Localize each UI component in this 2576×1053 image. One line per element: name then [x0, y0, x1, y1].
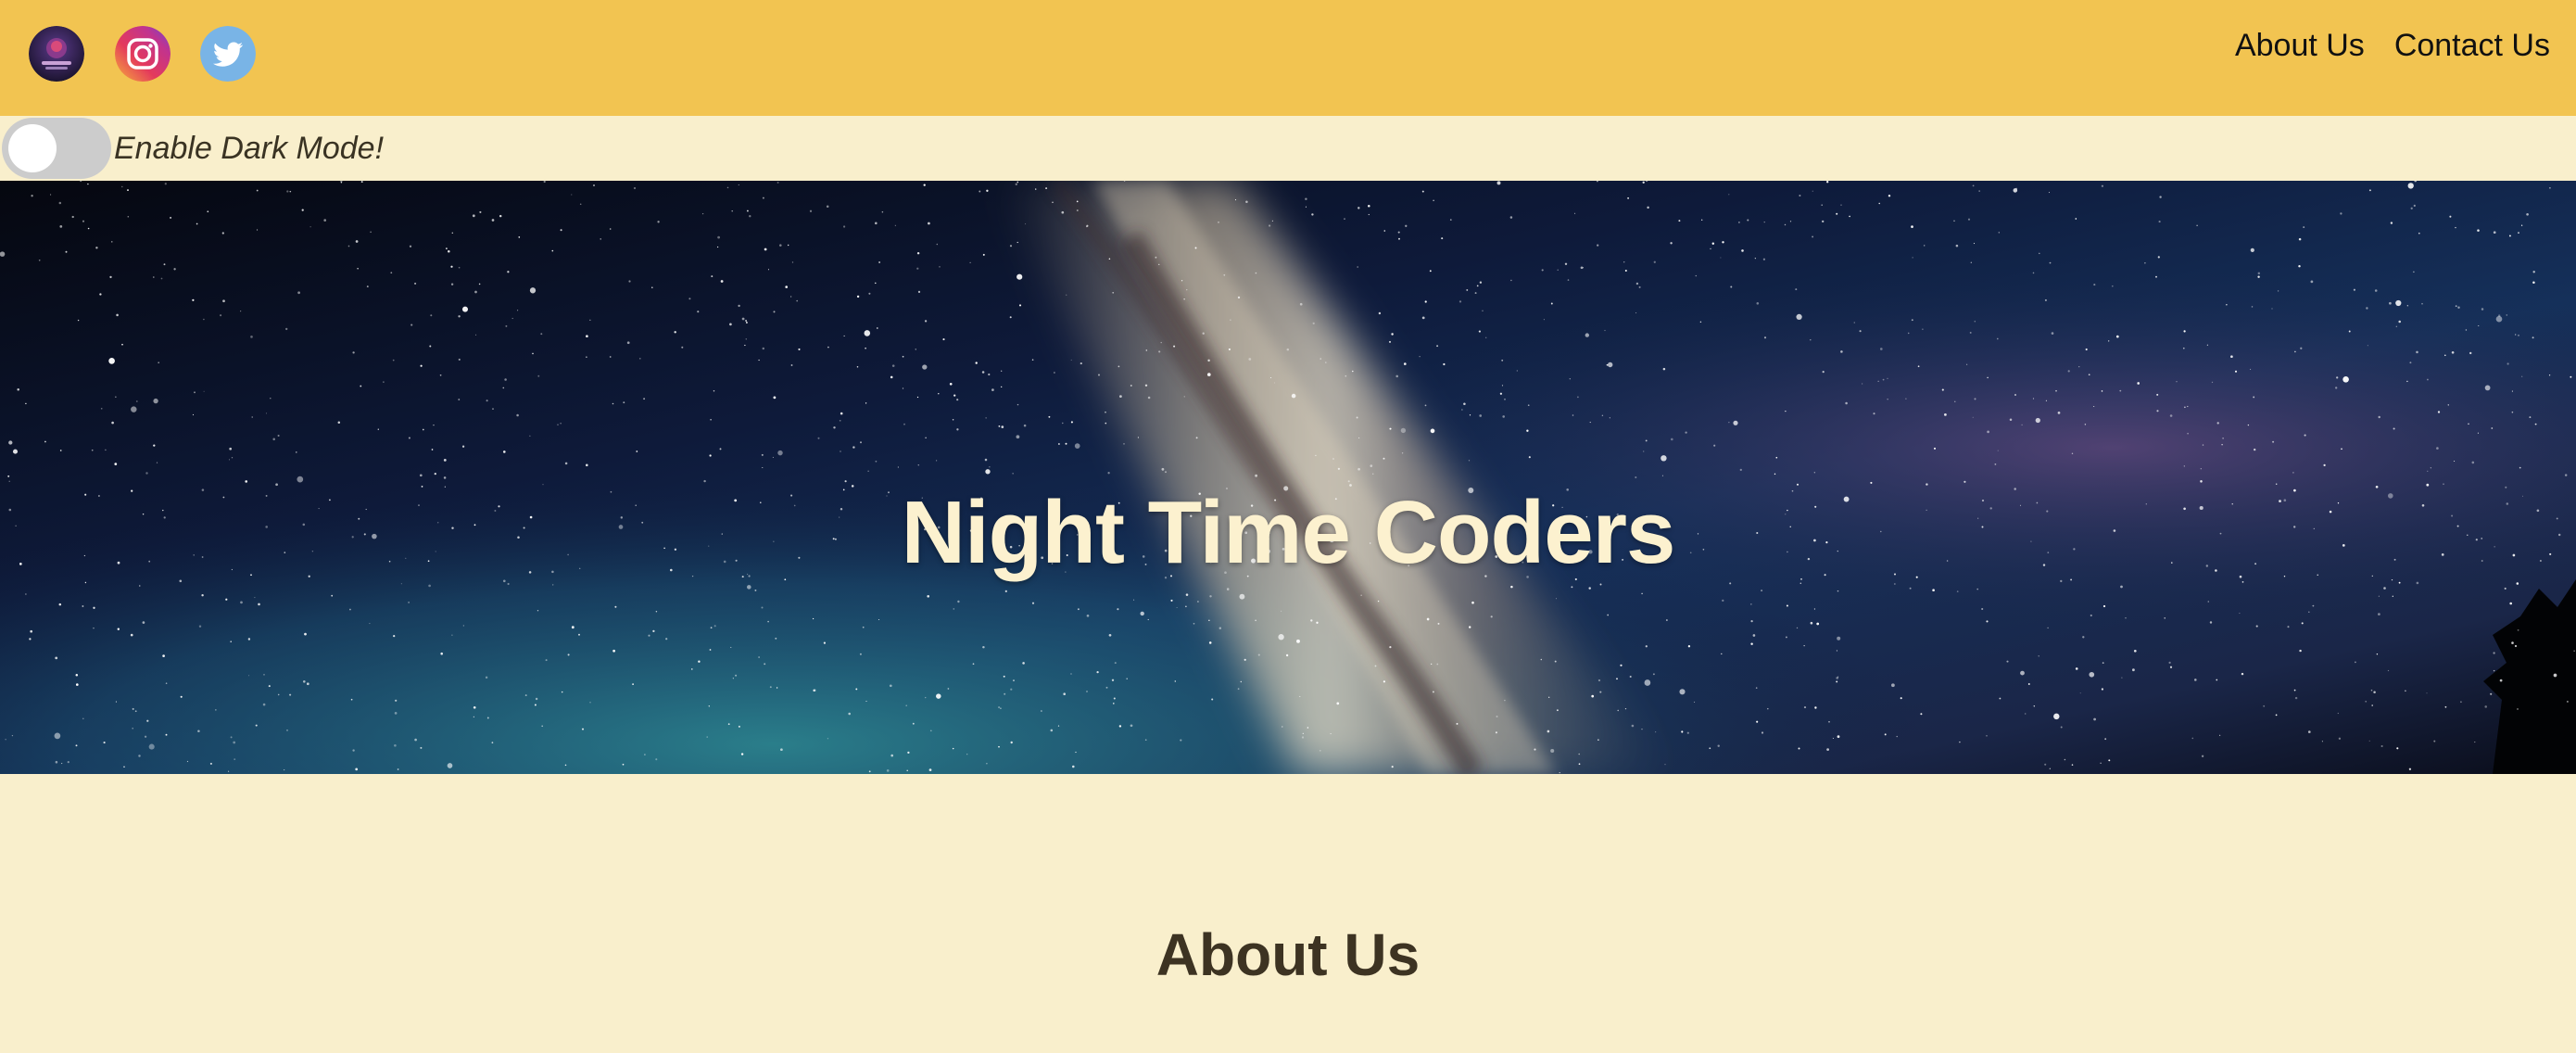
club-logo-icon[interactable]: [29, 26, 84, 82]
toggle-knob: [8, 124, 57, 172]
nav-link-contact-us[interactable]: Contact Us: [2394, 22, 2550, 69]
nav-links: About Us Contact Us: [2235, 22, 2550, 69]
page: About Us Contact Us Enable Dark Mode! Ni…: [0, 0, 2576, 1053]
starry-sky-image: [0, 181, 2576, 774]
top-navbar: About Us Contact Us: [0, 0, 2576, 116]
hero-banner: Night Time Coders: [0, 181, 2576, 774]
dark-mode-label: Enable Dark Mode!: [114, 131, 385, 166]
twitter-icon[interactable]: [200, 26, 256, 82]
dark-mode-bar: Enable Dark Mode!: [0, 116, 2576, 181]
hero-title: Night Time Coders: [901, 483, 1676, 583]
instagram-icon[interactable]: [115, 26, 170, 82]
about-heading: About Us: [1155, 921, 1421, 988]
nav-link-about-us[interactable]: About Us: [2235, 22, 2365, 69]
about-section: About Us: [0, 774, 2576, 1053]
dark-mode-toggle[interactable]: [2, 118, 111, 179]
